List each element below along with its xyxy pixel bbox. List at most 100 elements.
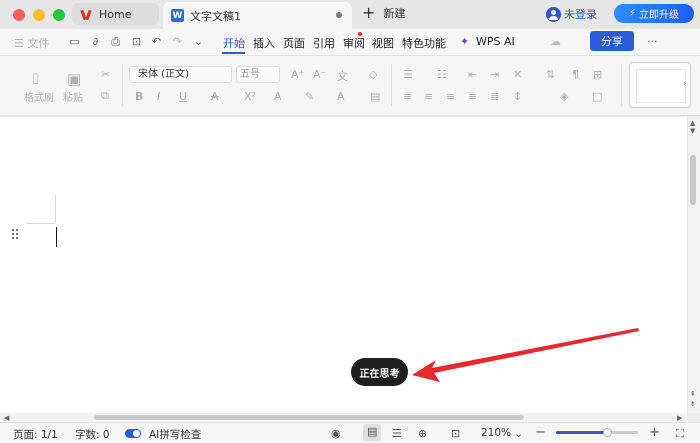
ai-thinking-indicator: 正在思考 [351, 358, 408, 386]
outline-view-icon[interactable]: ☰ [392, 427, 402, 440]
drag-handle-icon[interactable] [11, 229, 19, 241]
phonetic-guide-icon[interactable]: 文 [337, 68, 348, 84]
tab-features[interactable]: 特色功能 [402, 35, 446, 51]
grow-font-icon[interactable]: A⁺ [291, 68, 304, 81]
zoom-window-button[interactable] [53, 8, 65, 21]
lightning-icon: ⚡ [628, 8, 637, 19]
tab-document[interactable]: W 文字文稿1 [163, 2, 352, 29]
tab-home-ribbon[interactable]: 开始 [223, 35, 245, 51]
bullet-list-icon[interactable]: ☰ [403, 68, 413, 81]
increase-indent-icon[interactable]: ⇥ [490, 68, 499, 81]
file-menu-label: 文件 [27, 37, 50, 50]
chinese-layout-icon[interactable]: ✕ [513, 68, 522, 81]
clear-format-icon[interactable]: ◇ [369, 68, 377, 81]
cloud-sync-icon[interactable]: ☁ [549, 35, 562, 48]
tab-home[interactable]: Home [72, 3, 159, 25]
tab-review[interactable]: 审阅 [343, 35, 365, 51]
ai-spellcheck-toggle[interactable] [125, 429, 141, 438]
save-icon[interactable]: ▭ [68, 35, 81, 48]
style-gallery-chevron-icon[interactable]: › [683, 79, 687, 89]
new-tab-button[interactable]: + 新建 [362, 5, 405, 21]
decrease-indent-icon[interactable]: ⇤ [468, 68, 477, 81]
style-gallery[interactable] [629, 62, 691, 108]
zoom-dropdown-icon[interactable]: ⌄ [514, 427, 523, 440]
ai-spellcheck-label: AI拼写检查 [149, 429, 202, 441]
italic-icon[interactable]: I [157, 90, 160, 103]
tab-document-label: 文字文稿1 [190, 9, 241, 23]
chevron-down-icon[interactable]: ⌄ [192, 35, 205, 48]
align-right-icon[interactable]: ≡ [446, 90, 455, 103]
tab-references[interactable]: 引用 [313, 35, 335, 51]
close-window-button[interactable] [13, 8, 25, 21]
show-marks-icon[interactable]: ¶ [572, 68, 579, 81]
sort-icon[interactable]: ⇅ [546, 68, 555, 81]
shrink-font-icon[interactable]: A⁻ [313, 68, 326, 81]
scroll-right-icon[interactable]: ▶ [677, 414, 682, 422]
font-size-select[interactable]: 五号 [236, 66, 280, 83]
ribbon-separator [122, 64, 123, 106]
superscript-icon[interactable]: X² [244, 90, 256, 103]
page-up-icon[interactable]: ⇞ [690, 390, 696, 398]
line-spacing-icon[interactable]: ↕ [513, 90, 522, 103]
copy-icon[interactable]: ⧉ [101, 89, 109, 103]
writer-doc-icon: W [171, 9, 184, 22]
word-count[interactable]: 字数: 0 [75, 427, 110, 442]
distributed-icon[interactable]: ≣ [490, 90, 499, 103]
tab-home-label: Home [99, 7, 132, 21]
share-button[interactable]: 分享 [590, 31, 634, 51]
page-down-icon[interactable]: ⇟ [690, 400, 696, 408]
tab-close-icon[interactable] [336, 12, 342, 18]
tab-wps-ai[interactable]: WPS AI [476, 35, 515, 48]
print-icon[interactable]: ⎙ [109, 35, 122, 48]
zoom-out-icon[interactable]: − [535, 425, 546, 440]
vertical-scroll-thumb[interactable] [690, 155, 696, 205]
align-center-icon[interactable]: ≡ [424, 90, 433, 103]
web-view-icon[interactable]: ⊕ [418, 427, 427, 440]
eye-protection-icon[interactable]: ◉ [331, 427, 341, 440]
page-indicator[interactable]: 页面: 1/1 [13, 427, 58, 442]
font-name-select[interactable]: 宋体 (正文) [129, 66, 232, 83]
text-effect-icon[interactable]: A [274, 90, 282, 103]
zoom-level[interactable]: 210% [481, 427, 511, 439]
font-color-icon[interactable]: A [337, 90, 345, 103]
zoom-slider-knob[interactable] [602, 428, 612, 437]
paste-icon[interactable]: ▣ [67, 70, 81, 88]
highlight-icon[interactable]: ✎ [305, 90, 314, 103]
borders-icon[interactable]: ⊞ [593, 68, 602, 81]
align-left-icon[interactable]: ≡ [403, 90, 412, 103]
window-controls [13, 8, 65, 21]
cut-icon[interactable]: ✂ [101, 68, 110, 81]
scroll-down-icon[interactable]: ▼ [690, 127, 695, 135]
tab-page[interactable]: 页面 [283, 35, 305, 51]
scroll-left-icon[interactable]: ◀ [4, 414, 9, 422]
fullscreen-icon[interactable]: ⛶ [676, 427, 684, 441]
login-button[interactable]: 未登录 [546, 6, 597, 22]
more-menu-button[interactable]: ··· [647, 35, 658, 48]
paste-label[interactable]: 粘贴 [63, 89, 83, 104]
tab-insert[interactable]: 插入 [253, 35, 275, 51]
underline-icon[interactable]: U [179, 90, 187, 103]
tab-view[interactable]: 视图 [372, 35, 394, 51]
page-view-button[interactable]: ▤ [363, 424, 381, 441]
strikethrough-icon[interactable]: A [211, 90, 219, 103]
zoom-in-icon[interactable]: + [649, 425, 660, 440]
horizontal-scroll-thumb[interactable] [94, 415, 524, 420]
fit-page-icon[interactable]: ⊡ [451, 427, 460, 440]
minimize-window-button[interactable] [33, 8, 45, 21]
export-icon[interactable]: ⊡ [130, 35, 143, 48]
shading-icon[interactable]: ◈ [560, 90, 568, 103]
redo-icon[interactable]: ↷ [171, 35, 184, 48]
scroll-up-icon[interactable]: ▲ [690, 119, 695, 127]
format-painter-label[interactable]: 格式刷 [24, 89, 54, 104]
ribbon-separator [621, 64, 622, 106]
undo-icon[interactable]: ↶ [150, 35, 163, 48]
format-painter-icon[interactable]: ⌷ [31, 70, 40, 88]
upgrade-button[interactable]: ⚡ 立即升级 [614, 4, 694, 23]
border-box-icon[interactable]: □ [592, 90, 602, 103]
bold-icon[interactable]: B [135, 90, 143, 103]
char-shading-icon[interactable]: ▤ [370, 90, 380, 103]
file-menu[interactable]: ☰ 文件 [14, 35, 49, 51]
numbered-list-icon[interactable]: ☷ [437, 68, 447, 81]
justify-icon[interactable]: ≡ [468, 90, 477, 103]
link-icon[interactable]: ∂ [89, 35, 102, 48]
